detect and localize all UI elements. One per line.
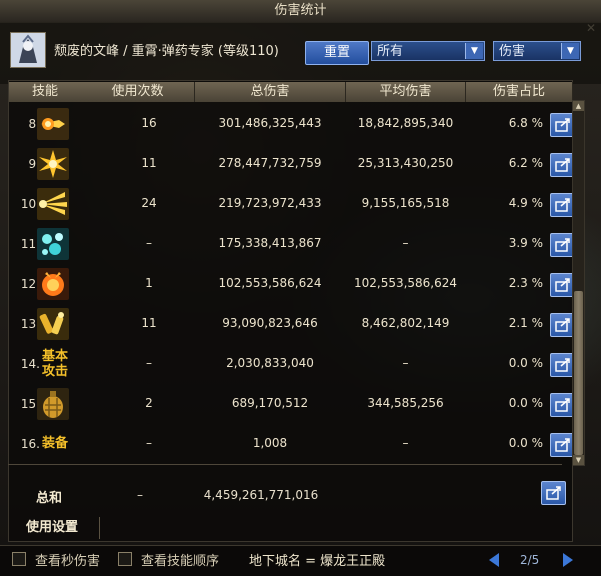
pager: 2/5 [487,553,577,571]
use-count: 16 [141,116,157,130]
bullet-spray-skill-icon [37,188,69,220]
total-damage: 175,338,413,867 [218,236,322,250]
total-damage: 2,030,833,040 [226,356,314,370]
table-row[interactable]: 15. 2 689,170,512 344,585,256 0.0 % [9,384,575,424]
row-index: 14. [20,357,40,371]
average-damage: – [402,436,409,450]
use-count: – [146,436,152,450]
check-order-checkbox[interactable] [118,552,132,566]
column-header-percent[interactable]: 伤害占比 [466,82,573,102]
share-icon[interactable] [541,481,566,505]
average-damage: 25,313,430,250 [357,156,454,170]
filter-select-value: 所有 [377,44,404,59]
total-damage: 301,486,325,443 [218,116,322,130]
filter-select[interactable]: 所有 ▼ [371,41,485,61]
column-header-count[interactable]: 使用次数 [81,82,195,102]
starburst-explosion-skill-icon [37,148,69,180]
average-damage: – [402,356,409,370]
ice-crystal-skill-icon [37,228,69,260]
skill-damage-table: 技能 使用次数 总伤害 平均伤害 伤害占比 8. 16 301,486,325,… [8,80,575,542]
use-count: – [146,236,152,250]
use-settings-tab[interactable]: 使用设置 [10,517,100,539]
column-header-skill[interactable]: 技能 [9,82,82,102]
previous-page-icon[interactable] [489,553,499,567]
damage-stats-window: 伤害统计 ✕ 颓废的文峰 / 重霄·弹药专家 (等级110) 重置 所有 ▼ 伤… [0,0,601,576]
metric-select-value: 伤害 [499,44,526,59]
average-damage: 102,553,586,624 [353,276,458,290]
average-damage: 9,155,165,518 [361,196,450,210]
check-order-label: 查看技能顺序 [141,554,220,569]
chevron-down-icon[interactable]: ▼ [465,43,483,59]
scroll-up-icon[interactable]: ▲ [573,101,584,111]
fire-grenade-skill-icon [37,268,69,300]
total-damage: 102,553,586,624 [218,276,322,290]
reset-button[interactable]: 重置 [305,41,369,65]
total-damage: 93,090,823,646 [222,316,318,330]
damage-percent: 6.8 % [508,116,543,130]
damage-percent: 6.2 % [508,156,543,170]
average-damage: – [402,236,409,250]
use-count: 1 [145,276,153,290]
scrollbar[interactable]: ▲ ▼ [572,100,585,466]
scroll-down-icon[interactable]: ▼ [573,455,584,465]
window-title[interactable]: 伤害统计 [0,0,601,23]
total-damage: 278,447,732,759 [218,156,322,170]
character-name: 颓废的文峰 / 重霄·弹药专家 (等级110) [54,44,279,59]
summary-divider [8,464,562,465]
average-damage: 344,585,256 [367,396,444,410]
page-indicator: 2/5 [520,553,540,567]
table-row[interactable]: 11. – 175,338,413,867 – 3.9 % [9,224,575,264]
use-count: 11 [141,316,157,330]
table-row[interactable]: 13. 11 93,090,823,646 8,462,802,149 2.1 … [9,304,575,344]
damage-percent: 0.0 % [508,356,543,370]
summary-total-damage: 4,459,261,771,016 [203,488,319,502]
table-row[interactable]: 10. 24 219,723,972,433 9,155,165,518 4.9… [9,184,575,224]
use-count: 24 [141,196,157,210]
use-count: 2 [145,396,153,410]
table-row[interactable]: 16. 装备 – 1,008 – 0.0 % [9,424,575,464]
table-header: 技能 使用次数 总伤害 平均伤害 伤害占比 [9,82,573,102]
flame-burst-skill-icon [37,108,69,140]
shell-casings-skill-icon [37,308,69,340]
check-dps-checkbox[interactable] [12,552,26,566]
row-index: 16. [20,437,40,451]
total-damage: 689,170,512 [231,396,309,410]
damage-percent: 4.9 % [508,196,543,210]
scroll-thumb[interactable] [574,291,583,455]
chevron-down-icon[interactable]: ▼ [561,43,579,59]
metric-select[interactable]: 伤害 ▼ [493,41,581,61]
character-avatar [10,32,46,68]
summary-label: 总和 [36,491,63,506]
next-page-icon[interactable] [563,553,573,567]
column-header-total[interactable]: 总伤害 [195,82,346,102]
damage-percent: 0.0 % [508,436,543,450]
average-damage: 18,842,895,340 [357,116,454,130]
table-row[interactable]: 9. 11 278,447,732,759 25,313,430,250 6.2… [9,144,575,184]
summary-count: – [137,488,143,502]
average-damage: 8,462,802,149 [361,316,450,330]
equipment-label: 装备 [41,436,68,451]
total-damage: 219,723,972,433 [218,196,322,210]
grenade-skill-icon [37,388,69,420]
dungeon-name: 地下城名 = 爆龙王正殿 [249,554,386,569]
damage-percent: 2.3 % [508,276,543,290]
column-header-average[interactable]: 平均伤害 [346,82,466,102]
total-damage: 1,008 [252,436,288,450]
use-count: 11 [141,156,157,170]
table-row[interactable]: 12. 1 102,553,586,624 102,553,586,624 2.… [9,264,575,304]
damage-percent: 0.0 % [508,396,543,410]
damage-percent: 3.9 % [508,236,543,250]
check-dps-label: 查看秒伤害 [35,554,101,569]
table-row[interactable]: 14. 基本攻击 – 2,030,833,040 – 0.0 % [9,344,575,384]
damage-percent: 2.1 % [508,316,543,330]
use-count: – [146,356,152,370]
basic-attack-label: 基本攻击 [41,349,68,379]
table-row[interactable]: 8. 16 301,486,325,443 18,842,895,340 6.8… [9,104,575,144]
